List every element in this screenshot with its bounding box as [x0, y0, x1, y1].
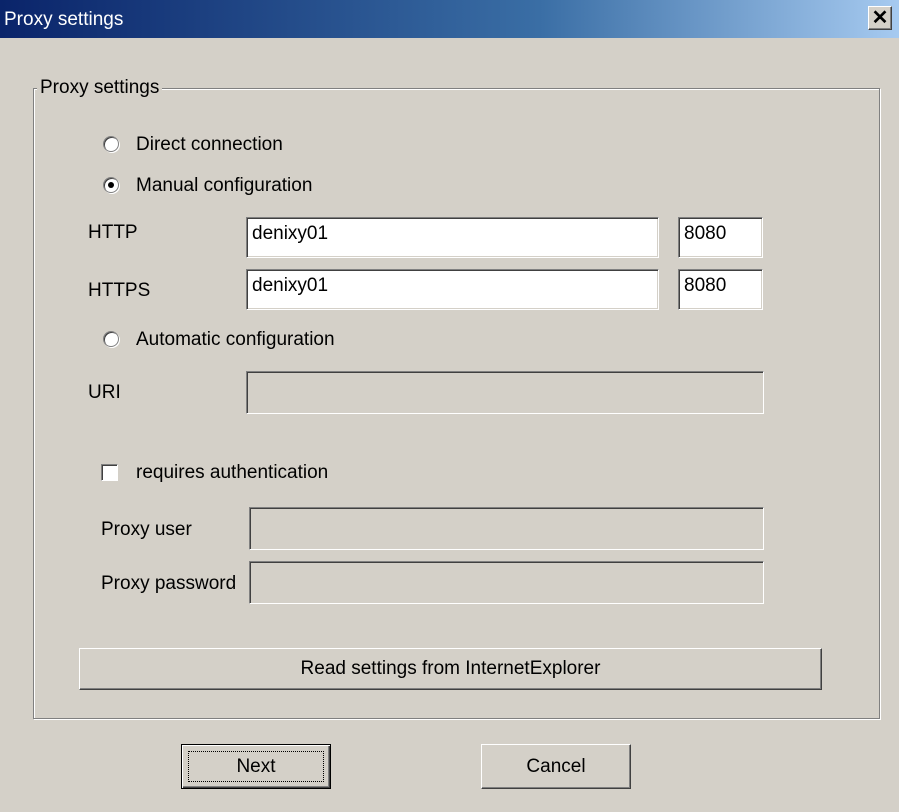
proxy-password-label: Proxy password — [101, 573, 237, 594]
window-title: Proxy settings — [4, 9, 124, 30]
http-port-value: 8080 — [684, 223, 727, 244]
uri-input[interactable] — [246, 371, 764, 414]
close-button[interactable]: ✕ — [868, 6, 892, 30]
direct-connection-label: Direct connection — [136, 134, 283, 155]
direct-connection-option[interactable]: Direct connection — [103, 134, 373, 158]
proxy-user-input[interactable] — [249, 507, 764, 550]
cancel-button[interactable]: Cancel — [481, 744, 631, 789]
https-port-value: 8080 — [684, 275, 727, 296]
next-button[interactable]: Next — [181, 744, 331, 789]
manual-configuration-label: Manual configuration — [136, 175, 313, 196]
close-icon: ✕ — [871, 7, 889, 29]
cancel-label: Cancel — [526, 755, 586, 777]
proxy-password-input[interactable] — [249, 561, 764, 604]
http-host-value: denixy01 — [252, 223, 329, 244]
https-host-value: denixy01 — [252, 275, 329, 296]
read-ie-settings-label: Read settings from InternetExplorer — [300, 658, 601, 679]
https-host-input[interactable]: denixy01 — [246, 269, 659, 310]
requires-authentication-label: requires authentication — [136, 462, 329, 483]
automatic-configuration-option[interactable]: Automatic configuration — [103, 329, 403, 353]
group-legend: Proxy settings — [37, 77, 163, 99]
focus-rectangle — [188, 751, 324, 782]
manual-configuration-radio[interactable] — [103, 177, 119, 193]
requires-authentication-option[interactable]: requires authentication — [101, 462, 381, 486]
automatic-configuration-radio[interactable] — [103, 331, 119, 347]
direct-connection-radio[interactable] — [103, 136, 119, 152]
http-label: HTTP — [88, 222, 138, 243]
https-label: HTTPS — [88, 280, 151, 301]
requires-authentication-checkbox[interactable] — [101, 464, 118, 481]
http-host-input[interactable]: denixy01 — [246, 217, 659, 258]
http-port-input[interactable]: 8080 — [678, 217, 763, 258]
proxy-user-label: Proxy user — [101, 519, 192, 540]
automatic-configuration-label: Automatic configuration — [136, 329, 335, 350]
read-ie-settings-button[interactable]: Read settings from InternetExplorer — [79, 648, 822, 690]
manual-configuration-option[interactable]: Manual configuration — [103, 175, 373, 199]
title-bar: Proxy settings ✕ — [0, 0, 899, 39]
uri-label: URI — [88, 382, 121, 403]
https-port-input[interactable]: 8080 — [678, 269, 763, 310]
